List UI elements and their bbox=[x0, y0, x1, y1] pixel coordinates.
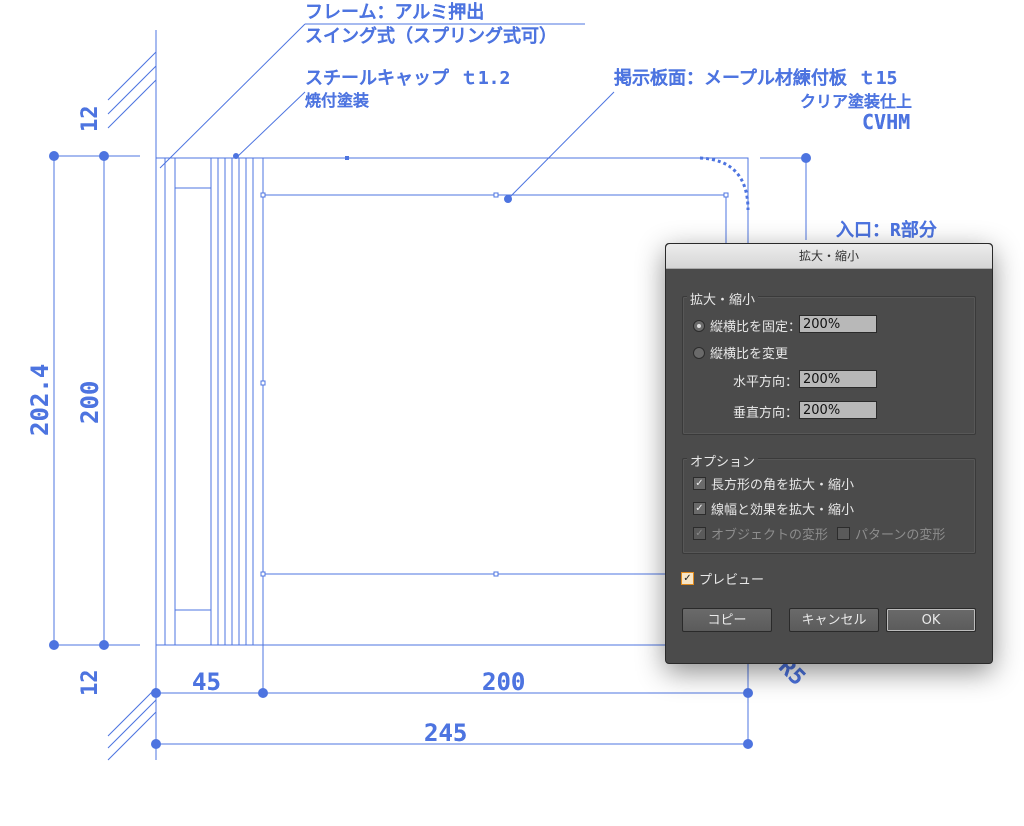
scale-strokes-checkbox[interactable]: ✓ bbox=[693, 502, 706, 515]
cancel-button[interactable]: キャンセル bbox=[789, 608, 879, 632]
panel-bounding-box bbox=[262, 194, 727, 575]
note-panel-line2: クリア塗装仕上 bbox=[800, 92, 913, 111]
horizontal-label: 水平方向： bbox=[733, 375, 799, 390]
transform-patterns-row[interactable]: パターンの変形 bbox=[837, 524, 945, 543]
options-group-label: オプション bbox=[687, 451, 759, 470]
dim-200-vertical: 200 bbox=[76, 380, 104, 424]
copy-button[interactable]: コピー bbox=[682, 608, 772, 632]
preview-row[interactable]: ✓ プレビュー bbox=[681, 569, 764, 588]
outer-frame bbox=[155, 157, 749, 646]
scale-corners-checkbox[interactable]: ✓ bbox=[693, 477, 706, 490]
uniform-radio[interactable] bbox=[693, 319, 705, 332]
scale-corners-label: 長方形の角を拡大・縮小 bbox=[711, 478, 855, 493]
note-frame-line1: フレーム：アルミ押出 bbox=[305, 2, 485, 23]
scale-strokes-row[interactable]: ✓ 線幅と効果を拡大・縮小 bbox=[693, 499, 854, 518]
ok-button[interactable]: OK bbox=[886, 608, 976, 632]
vertical-input[interactable]: 200% bbox=[799, 401, 877, 419]
dialog-title: 拡大・縮小 bbox=[798, 249, 859, 263]
scale-corners-row[interactable]: ✓ 長方形の角を拡大・縮小 bbox=[693, 474, 854, 493]
note-frame-line2: スイング式（スプリング式可） bbox=[305, 26, 557, 47]
note-corner: 入口：R部分 bbox=[836, 220, 937, 241]
vertical-label: 垂直方向： bbox=[733, 406, 799, 421]
dim-202-4: 202.4 bbox=[26, 363, 54, 436]
note-cap-line2: 焼付塗装 bbox=[305, 91, 370, 110]
frame-profile-left bbox=[164, 157, 176, 646]
dim-45: 45 bbox=[192, 668, 221, 696]
uniform-radio-row[interactable]: 縦横比を固定： bbox=[693, 316, 801, 335]
dim-12-bottom: 12 bbox=[78, 669, 103, 697]
note-cap-line1: スチールキャップ ｔ1.2 bbox=[305, 68, 511, 89]
horizontal-input[interactable]: 200% bbox=[799, 370, 877, 388]
cap-top bbox=[174, 157, 212, 189]
dim-12-top: 12 bbox=[78, 105, 103, 133]
preview-checkbox[interactable]: ✓ bbox=[681, 572, 694, 585]
dim-200-horizontal: 200 bbox=[482, 668, 526, 696]
transform-patterns-label: パターンの変形 bbox=[855, 528, 946, 543]
dim-245: 245 bbox=[424, 719, 468, 747]
nonuniform-radio[interactable] bbox=[693, 346, 705, 359]
nonuniform-label: 縦横比を変更 bbox=[710, 347, 789, 362]
transform-patterns-checkbox[interactable] bbox=[837, 527, 850, 540]
note-panel-line1: 掲示板面：メープル材練付板 ｔ15 bbox=[614, 68, 898, 89]
scale-strokes-label: 線幅と効果を拡大・縮小 bbox=[711, 503, 855, 518]
preview-label: プレビュー bbox=[699, 573, 765, 588]
uniform-input[interactable]: 200% bbox=[799, 315, 877, 333]
scale-dialog: 拡大・縮小 拡大・縮小 縦横比を固定： 200% 縦横比を変更 水平方向： 20… bbox=[665, 243, 993, 664]
transform-objects-label: オブジェクトの変形 bbox=[711, 528, 829, 543]
dialog-titlebar[interactable]: 拡大・縮小 bbox=[666, 244, 992, 269]
note-panel-line3: CVHM bbox=[862, 110, 911, 134]
scale-group-label: 拡大・縮小 bbox=[687, 289, 759, 308]
transform-objects-checkbox[interactable]: ✓ bbox=[693, 527, 706, 540]
uniform-label: 縦横比を固定： bbox=[710, 320, 802, 335]
transform-objects-row[interactable]: ✓ オブジェクトの変形 bbox=[693, 524, 828, 543]
nonuniform-radio-row[interactable]: 縦横比を変更 bbox=[693, 343, 788, 362]
cap-bottom bbox=[174, 609, 212, 646]
